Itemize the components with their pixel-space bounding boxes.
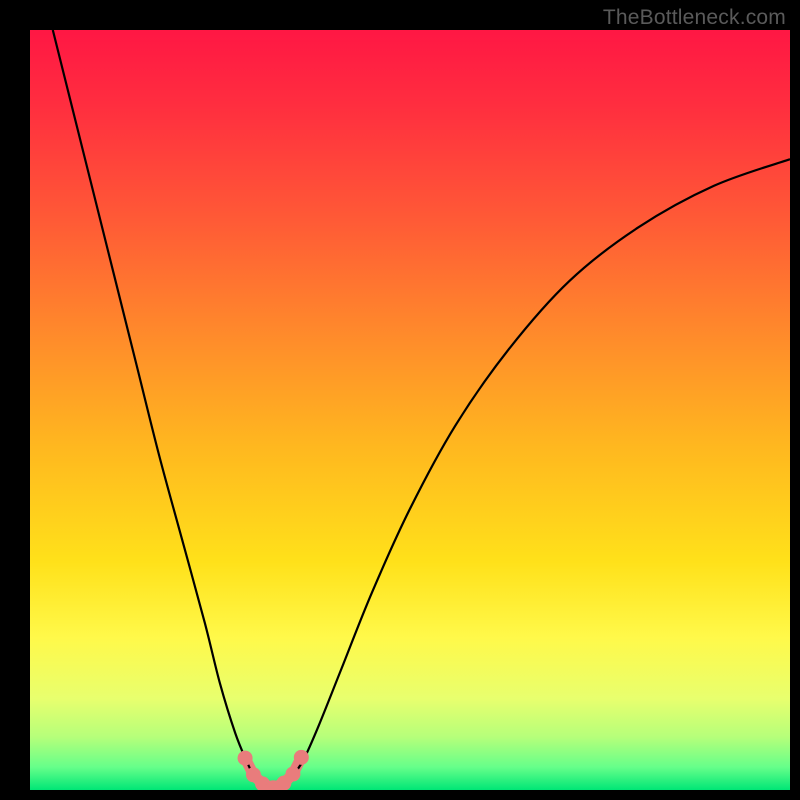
watermark-text: TheBottleneck.com (603, 6, 786, 30)
marker-dot (238, 751, 253, 766)
chart-stage: TheBottleneck.com (0, 0, 800, 800)
marker-dots (238, 750, 309, 790)
marker-dot (294, 750, 309, 765)
bottleneck-curve (53, 30, 790, 788)
curve-layer (30, 30, 790, 790)
marker-dot (285, 767, 300, 782)
plot-area (30, 30, 790, 790)
